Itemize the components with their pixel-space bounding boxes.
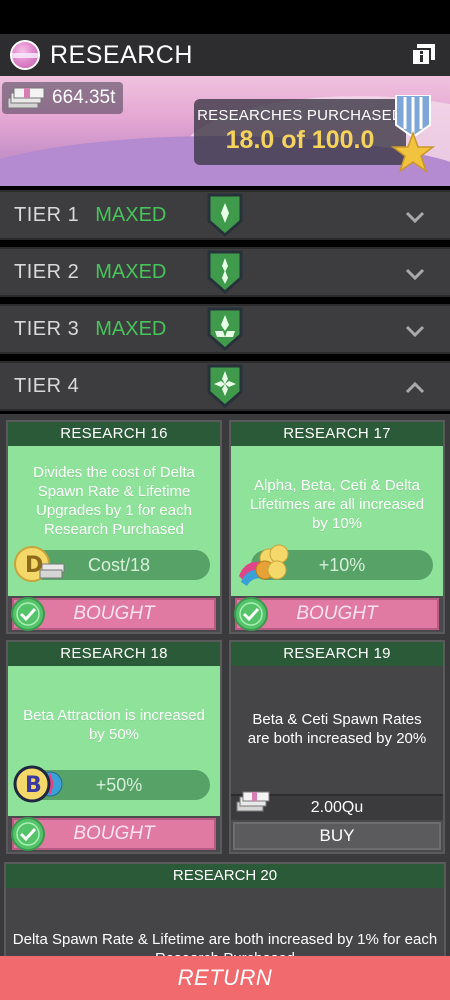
- research-card-16: RESEARCH 16 Divides the cost of Delta Sp…: [6, 420, 222, 634]
- tier-status: MAXED: [95, 317, 167, 340]
- purchased-value: 18.0 of 100.0: [225, 126, 375, 154]
- tier-status: MAXED: [95, 203, 167, 226]
- tier-shield-icon: [207, 364, 243, 408]
- researches-purchased-panel: RESEARCHES PURCHASED 18.0 of 100.0: [194, 99, 406, 165]
- research-title: RESEARCH 20: [6, 864, 444, 888]
- research-description: Beta Attraction is increased by 50%: [23, 707, 205, 743]
- money-display: 664.35t: [2, 82, 124, 114]
- return-button[interactable]: RETURN: [0, 956, 450, 1000]
- purchased-label: RESEARCHES PURCHASED: [197, 107, 403, 124]
- chevron-down-icon: [405, 325, 425, 338]
- planet-icon: [10, 40, 40, 70]
- research-title: RESEARCH 16: [8, 422, 220, 446]
- checkmark-icon: [11, 817, 45, 851]
- research-title: RESEARCH 19: [231, 642, 443, 666]
- chevron-down-icon: [405, 268, 425, 281]
- research-banner: 664.35t RESEARCHES PURCHASED 18.0 of 100…: [0, 76, 450, 186]
- research-description: Divides the cost of Delta Spawn Rate & L…: [33, 464, 195, 538]
- app-header: RESEARCH: [0, 34, 450, 76]
- research-title: RESEARCH 17: [231, 422, 443, 446]
- research-description: Alpha, Beta, Ceti & Delta Lifetimes are …: [249, 477, 425, 532]
- tier-label: TIER 2: [14, 260, 80, 283]
- chevron-down-icon: [405, 211, 425, 224]
- money-amount: 664.35t: [52, 87, 116, 108]
- research-card-19: RESEARCH 19 Beta & Ceti Spawn Rates are …: [229, 640, 445, 854]
- buy-button[interactable]: BUY: [233, 822, 441, 850]
- status-bar: [0, 0, 450, 34]
- chevron-up-icon: [405, 381, 425, 394]
- tier-shield-icon: [207, 193, 243, 237]
- tier-shield-icon: [207, 250, 243, 294]
- tier-status: MAXED: [95, 260, 167, 283]
- tier-shield-icon: [207, 307, 243, 351]
- cash-stack-icon: [236, 791, 270, 812]
- checkmark-icon: [11, 597, 45, 631]
- research-description: Beta & Ceti Spawn Rates are both increas…: [247, 711, 427, 747]
- delta-cash-icon: D: [14, 546, 65, 582]
- medal-icon: [390, 95, 436, 173]
- tier-label: TIER 1: [14, 203, 80, 226]
- beta-icon: B: [13, 765, 63, 803]
- info-icon[interactable]: [410, 41, 438, 69]
- checkmark-icon: [234, 597, 268, 631]
- tier-label: TIER 3: [14, 317, 80, 340]
- cash-stack-icon: [7, 87, 45, 109]
- alpha-beta-ceti-delta-icon: [239, 544, 289, 586]
- research-card-17: RESEARCH 17 Alpha, Beta, Ceti & Delta Li…: [229, 420, 445, 634]
- research-title: RESEARCH 18: [8, 642, 220, 666]
- research-card-18: RESEARCH 18 Beta Attraction is increased…: [6, 640, 222, 854]
- svg-text:B: B: [25, 773, 42, 798]
- page-title: RESEARCH: [50, 40, 193, 69]
- tier-label: TIER 4: [14, 374, 80, 397]
